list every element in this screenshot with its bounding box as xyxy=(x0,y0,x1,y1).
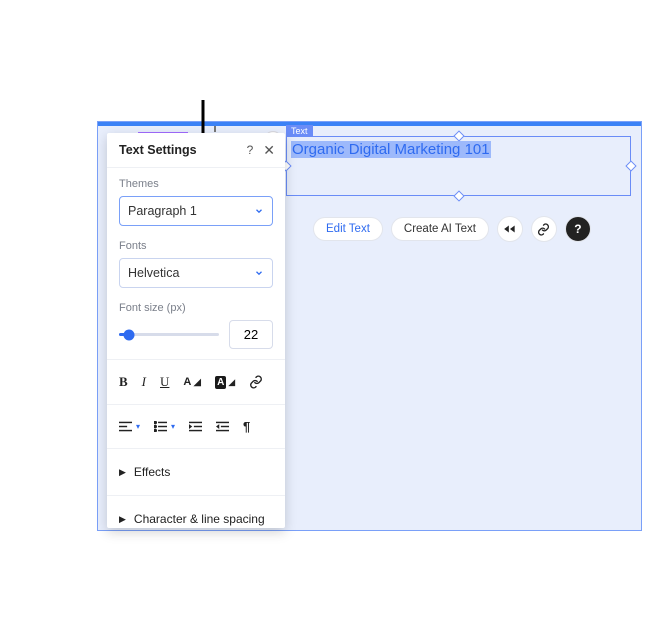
create-ai-text-button[interactable]: Create AI Text xyxy=(391,217,489,241)
indent-decrease-button[interactable] xyxy=(189,421,202,432)
panel-header: Text Settings ? ✕ xyxy=(107,133,285,168)
themes-select[interactable]: Paragraph 1 xyxy=(119,196,273,226)
char-spacing-accordion[interactable]: ▶ Character & line spacing xyxy=(107,502,285,528)
link-button[interactable] xyxy=(531,216,557,242)
themes-value: Paragraph 1 xyxy=(128,204,197,218)
themes-label: Themes xyxy=(119,178,273,190)
text-color-button[interactable]: A◢ xyxy=(183,376,201,388)
resize-handle-bottom[interactable] xyxy=(453,190,464,201)
caret-right-icon: ▶ xyxy=(119,467,126,478)
bold-button[interactable]: B xyxy=(119,374,128,390)
fonts-select[interactable]: Helvetica xyxy=(119,258,273,288)
fonts-value: Helvetica xyxy=(128,266,179,280)
effects-label: Effects xyxy=(134,465,170,479)
caret-right-icon: ▶ xyxy=(119,514,126,525)
effects-accordion[interactable]: ▶ Effects xyxy=(107,455,285,489)
text-style-row: B I U A◢ A◢ xyxy=(107,366,285,398)
panel-help-icon[interactable]: ? xyxy=(247,144,254,156)
underline-button[interactable]: U xyxy=(160,374,169,390)
edit-text-button[interactable]: Edit Text xyxy=(313,217,383,241)
fonts-section: Fonts Helvetica xyxy=(107,230,285,292)
panel-title: Text Settings xyxy=(119,143,197,157)
char-spacing-label: Character & line spacing xyxy=(134,512,265,526)
highlight-button[interactable]: A◢ xyxy=(215,376,235,389)
text-settings-panel: Text Settings ? ✕ Themes Paragraph 1 Fon… xyxy=(107,133,285,528)
chevron-down-icon xyxy=(254,268,264,278)
divider xyxy=(107,448,285,449)
element-type-tag: Text xyxy=(286,125,313,137)
divider xyxy=(107,495,285,496)
chevron-down-icon xyxy=(254,206,264,216)
animation-button[interactable] xyxy=(497,216,523,242)
list-button[interactable]: ▾ xyxy=(154,421,175,432)
font-size-input[interactable] xyxy=(229,320,273,349)
indent-increase-button[interactable] xyxy=(216,421,229,432)
fonts-label: Fonts xyxy=(119,240,273,252)
font-size-section: Font size (px) xyxy=(107,292,285,353)
align-button[interactable]: ▾ xyxy=(119,421,140,432)
text-content[interactable]: Organic Digital Marketing 101 xyxy=(291,141,491,158)
canvas-top-border xyxy=(98,122,641,126)
text-direction-button[interactable]: ¶ xyxy=(243,419,250,434)
resize-handle-right[interactable] xyxy=(625,160,636,171)
panel-close-icon[interactable]: ✕ xyxy=(263,143,275,157)
help-button[interactable]: ? xyxy=(565,216,591,242)
slider-knob[interactable] xyxy=(124,329,135,340)
italic-button[interactable]: I xyxy=(142,374,146,390)
font-size-slider[interactable] xyxy=(119,325,219,345)
inline-link-button[interactable] xyxy=(249,375,263,389)
selected-text-box[interactable]: Text Organic Digital Marketing 101 xyxy=(286,136,631,196)
divider xyxy=(107,359,285,360)
font-size-label: Font size (px) xyxy=(119,302,273,314)
text-action-bar: Edit Text Create AI Text ? xyxy=(313,216,591,242)
resize-handle-top[interactable] xyxy=(453,130,464,141)
divider xyxy=(107,404,285,405)
paragraph-row: ▾ ▾ ¶ xyxy=(107,411,285,442)
themes-section: Themes Paragraph 1 xyxy=(107,168,285,230)
